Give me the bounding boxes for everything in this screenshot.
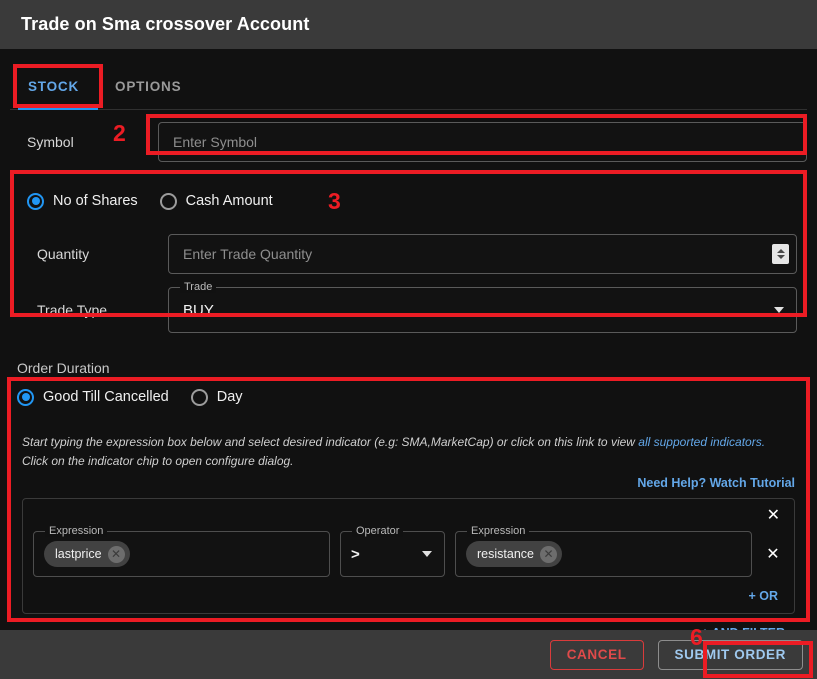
symbol-row: Symbol Enter Symbol (0, 121, 817, 163)
quantity-row: Quantity Enter Trade Quantity (10, 234, 807, 274)
remove-expression-row-icon[interactable]: ✕ (762, 544, 784, 564)
trade-dialog: Trade on Sma crossover Account STOCK OPT… (0, 0, 817, 679)
expression-group: ✕ Expression lastprice ✕ Operator > Expr… (22, 498, 795, 614)
indicator-chip-resistance[interactable]: resistance ✕ (466, 541, 562, 567)
radio-no-of-shares[interactable]: No of Shares (27, 192, 138, 210)
add-and-filter-button[interactable]: + AND FILTER (22, 626, 795, 630)
radio-good-till-cancelled-label: Good Till Cancelled (43, 389, 169, 405)
expression-hint-text: Start typing the expression box below an… (22, 435, 635, 449)
trade-type-select[interactable]: Trade BUY (168, 281, 797, 333)
order-duration-label: Order Duration (17, 360, 110, 376)
stepper-down-icon[interactable] (776, 255, 785, 259)
watch-tutorial-link[interactable]: Need Help? Watch Tutorial (22, 476, 795, 490)
expression-right-input[interactable]: Expression resistance ✕ (455, 525, 752, 577)
expression-left-legend: Expression (45, 525, 108, 537)
trade-type-label: Trade Type (37, 302, 108, 318)
chevron-down-icon[interactable] (422, 551, 432, 557)
chevron-down-icon[interactable] (774, 307, 784, 313)
supported-indicators-link[interactable]: all supported indicators. (638, 435, 765, 449)
radio-selected-icon (17, 388, 34, 406)
radio-good-till-cancelled[interactable]: Good Till Cancelled (17, 388, 169, 406)
radio-selected-icon (27, 192, 44, 210)
tab-stock[interactable]: STOCK (10, 65, 97, 109)
order-duration-radios: Good Till Cancelled Day (0, 386, 817, 408)
radio-unselected-icon (159, 192, 177, 210)
expression-row: Expression lastprice ✕ Operator > Expres… (33, 525, 784, 577)
dialog-footer: CANCEL SUBMIT ORDER (0, 630, 817, 679)
quantity-input[interactable]: Enter Trade Quantity (168, 234, 797, 274)
expression-hint-line-1: Start typing the expression box below an… (22, 433, 795, 452)
expression-left-input[interactable]: Expression lastprice ✕ (33, 525, 330, 577)
chip-label: resistance (477, 547, 534, 561)
shares-group: No of Shares Cash Amount Quantity Enter … (10, 180, 807, 343)
submit-order-button[interactable]: SUBMIT ORDER (657, 639, 803, 670)
radio-cash-amount-label: Cash Amount (185, 193, 273, 209)
symbol-placeholder: Enter Symbol (173, 134, 258, 150)
radio-cash-amount[interactable]: Cash Amount (159, 192, 273, 210)
chip-label: lastprice (55, 547, 102, 561)
radio-no-of-shares-label: No of Shares (53, 193, 138, 209)
quantity-label: Quantity (37, 246, 90, 262)
cancel-button[interactable]: CANCEL (549, 639, 644, 670)
radio-day[interactable]: Day (190, 388, 243, 406)
amount-mode-radios: No of Shares Cash Amount (10, 190, 807, 212)
add-or-button[interactable]: + OR (33, 589, 784, 603)
dialog-title: Trade on Sma crossover Account (21, 14, 310, 34)
trade-type-value: BUY (183, 301, 214, 319)
expression-panel: Start typing the expression box below an… (10, 424, 807, 630)
radio-day-label: Day (216, 389, 243, 405)
quantity-stepper-icon[interactable] (772, 244, 789, 264)
expression-hint-line-2: Click on the indicator chip to open conf… (22, 454, 294, 468)
dialog-titlebar: Trade on Sma crossover Account (0, 0, 817, 49)
trade-type-row: Trade Type Trade BUY (10, 281, 807, 333)
chip-remove-icon[interactable]: ✕ (107, 545, 125, 563)
tab-bar: STOCK OPTIONS (10, 64, 807, 110)
radio-unselected-icon (190, 388, 208, 406)
symbol-input[interactable]: Enter Symbol (158, 122, 807, 162)
tab-options[interactable]: OPTIONS (97, 65, 199, 109)
trade-type-legend: Trade (180, 281, 217, 293)
close-icon[interactable]: ✕ (33, 507, 784, 525)
operator-select[interactable]: Operator > (340, 525, 445, 577)
tab-active-indicator (18, 108, 98, 110)
expression-right-legend: Expression (467, 525, 530, 537)
operator-value: > (351, 545, 360, 563)
quantity-placeholder: Enter Trade Quantity (183, 246, 313, 262)
symbol-label: Symbol (27, 134, 74, 150)
indicator-chip-lastprice[interactable]: lastprice ✕ (44, 541, 130, 567)
dialog-body: STOCK OPTIONS Symbol Enter Symbol No of … (0, 49, 817, 630)
stepper-up-icon[interactable] (776, 249, 785, 253)
operator-legend: Operator (352, 525, 404, 537)
chip-remove-icon[interactable]: ✕ (539, 545, 557, 563)
